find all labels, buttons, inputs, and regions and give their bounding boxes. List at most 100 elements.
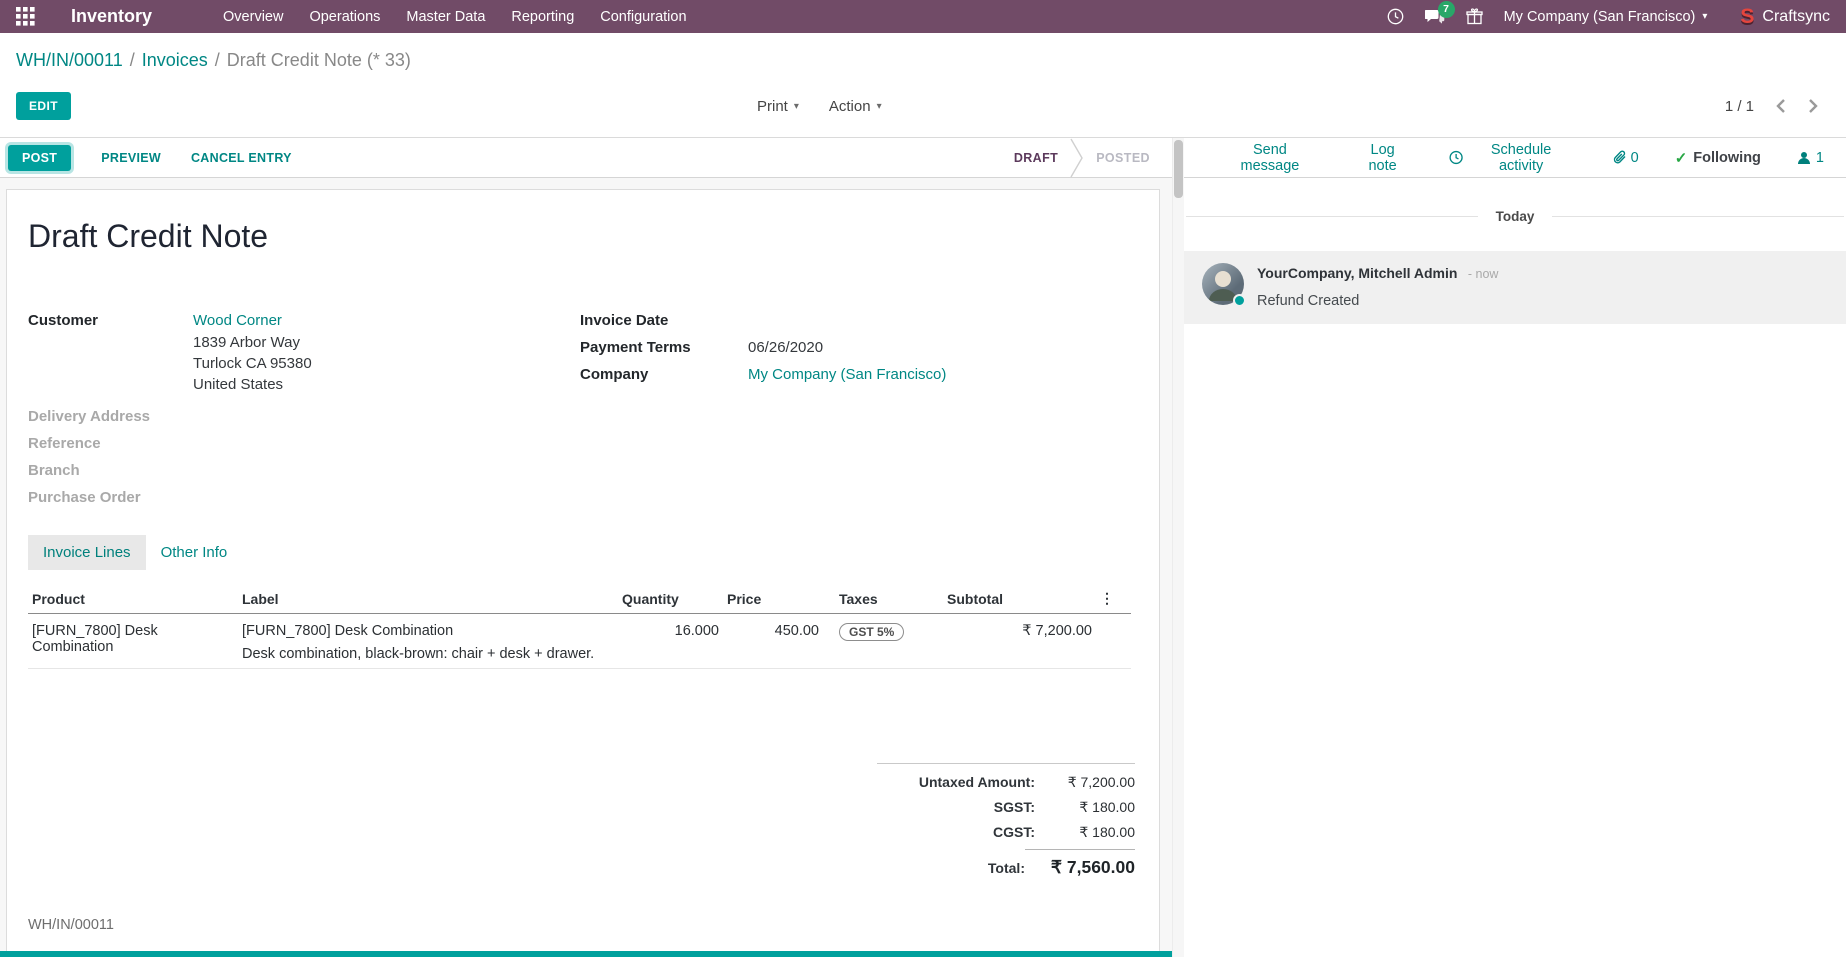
payment-terms-label: Payment Terms bbox=[580, 339, 691, 356]
app-name: Inventory bbox=[71, 6, 152, 27]
print-dropdown[interactable]: Print ▾ bbox=[757, 98, 799, 115]
customer-label: Customer bbox=[28, 312, 98, 329]
line-label: [FURN_7800] Desk Combination bbox=[242, 623, 453, 639]
stage-posted[interactable]: POSTED bbox=[1084, 138, 1172, 177]
source-document-reference: WH/IN/00011 bbox=[28, 917, 114, 933]
tab-other-info[interactable]: Other Info bbox=[146, 535, 243, 570]
cgst-value: ₹ 180.00 bbox=[1035, 824, 1135, 841]
company-name: My Company (San Francisco) bbox=[1504, 9, 1696, 25]
col-taxes[interactable]: Taxes bbox=[823, 584, 943, 614]
message-timestamp: - now bbox=[1468, 267, 1499, 281]
vertical-scrollbar[interactable] bbox=[1172, 138, 1184, 957]
divider-line bbox=[1552, 216, 1844, 217]
schedule-activity-label: Schedule activity bbox=[1470, 142, 1573, 174]
menu-operations[interactable]: Operations bbox=[296, 1, 393, 33]
followers-button[interactable]: 1 bbox=[1797, 150, 1824, 166]
untaxed-row: Untaxed Amount: ₹ 7,200.00 bbox=[877, 774, 1135, 791]
cell-label: [FURN_7800] Desk Combination Desk combin… bbox=[238, 614, 618, 669]
person-icon bbox=[1797, 151, 1811, 165]
messages-icon[interactable]: 7 bbox=[1425, 9, 1445, 25]
app-window: Inventory Overview Operations Master Dat… bbox=[0, 0, 1846, 957]
cancel-entry-button[interactable]: CANCEL ENTRY bbox=[191, 151, 292, 165]
table-row[interactable]: [FURN_7800] Desk Combination [FURN_7800]… bbox=[28, 614, 1131, 669]
stage-arrow-icon bbox=[1070, 138, 1084, 178]
clock-icon bbox=[1449, 150, 1463, 165]
menu-overview[interactable]: Overview bbox=[210, 1, 296, 33]
cgst-row: CGST: ₹ 180.00 bbox=[877, 824, 1135, 841]
breadcrumb-current: Draft Credit Note (* 33) bbox=[227, 50, 411, 70]
sgst-row: SGST: ₹ 180.00 bbox=[877, 799, 1135, 816]
edit-button[interactable]: EDIT bbox=[16, 92, 71, 120]
form-and-chatter: POST PREVIEW CANCEL ENTRY DRAFT POSTED D… bbox=[0, 137, 1846, 957]
column-options-icon[interactable]: ⋮ bbox=[1096, 584, 1131, 614]
col-price[interactable]: Price bbox=[723, 584, 823, 614]
customer-address-line: 1839 Arbor Way bbox=[193, 334, 300, 351]
col-quantity[interactable]: Quantity bbox=[618, 584, 723, 614]
action-label: Action bbox=[829, 98, 871, 115]
company-link[interactable]: My Company (San Francisco) bbox=[748, 366, 946, 383]
document-sheet: Draft Credit Note Customer Wood Corner 1… bbox=[6, 189, 1160, 957]
post-button[interactable]: POST bbox=[8, 145, 71, 171]
total-value: ₹ 7,560.00 bbox=[1025, 849, 1135, 878]
menu-configuration[interactable]: Configuration bbox=[587, 1, 699, 33]
menu-reporting[interactable]: Reporting bbox=[498, 1, 587, 33]
col-product[interactable]: Product bbox=[28, 584, 238, 614]
invoice-lines-table: Product Label Quantity Price Taxes Subto… bbox=[28, 584, 1131, 669]
breadcrumb-link-invoices[interactable]: Invoices bbox=[142, 50, 208, 70]
send-message-button[interactable]: Send message bbox=[1224, 142, 1316, 174]
sgst-label: SGST: bbox=[994, 799, 1035, 815]
scrollbar-thumb[interactable] bbox=[1174, 140, 1183, 198]
pager-next-icon[interactable] bbox=[1808, 98, 1818, 114]
breadcrumb-separator: / bbox=[130, 50, 135, 70]
company-switcher[interactable]: My Company (San Francisco) ▾ bbox=[1504, 9, 1708, 25]
chevron-down-icon: ▾ bbox=[794, 101, 799, 112]
menu-master-data[interactable]: Master Data bbox=[393, 1, 498, 33]
message-body: Refund Created bbox=[1257, 293, 1498, 309]
preview-button[interactable]: PREVIEW bbox=[101, 151, 161, 165]
chevron-down-icon: ▾ bbox=[877, 101, 882, 112]
pager: 1 / 1 bbox=[1725, 98, 1830, 115]
customer-address-line: Turlock CA 95380 bbox=[193, 355, 312, 372]
chevron-down-icon: ▾ bbox=[1702, 11, 1707, 22]
log-note-button[interactable]: Log note bbox=[1356, 142, 1410, 174]
apps-grid-icon[interactable] bbox=[16, 7, 35, 26]
col-label[interactable]: Label bbox=[238, 584, 618, 614]
company-logo-icon: S bbox=[1740, 6, 1754, 27]
activities-clock-icon[interactable] bbox=[1387, 8, 1404, 25]
invoice-date-label: Invoice Date bbox=[580, 312, 668, 329]
cell-subtotal: ₹ 7,200.00 bbox=[943, 614, 1096, 669]
breadcrumb-link-record[interactable]: WH/IN/00011 bbox=[16, 50, 123, 70]
chatter-message: YourCompany, Mitchell Admin - now Refund… bbox=[1184, 251, 1846, 324]
chatter-tools: 0 ✓ Following 1 bbox=[1613, 149, 1824, 167]
tab-invoice-lines[interactable]: Invoice Lines bbox=[28, 535, 146, 570]
gift-icon[interactable] bbox=[1466, 8, 1483, 25]
total-label: Total: bbox=[988, 860, 1025, 876]
statusbar: POST PREVIEW CANCEL ENTRY DRAFT POSTED bbox=[0, 138, 1172, 178]
following-button[interactable]: ✓ Following bbox=[1675, 149, 1761, 167]
bottom-accent-bar bbox=[0, 951, 1172, 957]
user-name: Craftsync bbox=[1762, 8, 1830, 26]
payment-terms-value[interactable]: 06/26/2020 bbox=[748, 339, 823, 356]
user-menu[interactable]: S Craftsync bbox=[1740, 6, 1830, 27]
document-title: Draft Credit Note bbox=[28, 218, 268, 255]
reference-label: Reference bbox=[28, 435, 101, 452]
print-label: Print bbox=[757, 98, 788, 115]
table-header-row: Product Label Quantity Price Taxes Subto… bbox=[28, 584, 1131, 614]
total-row: Total: ₹ 7,560.00 bbox=[877, 849, 1135, 878]
sgst-value: ₹ 180.00 bbox=[1035, 799, 1135, 816]
schedule-activity-button[interactable]: Schedule activity bbox=[1449, 142, 1572, 174]
delivery-address-label: Delivery Address bbox=[28, 408, 150, 425]
customer-link[interactable]: Wood Corner bbox=[193, 312, 282, 329]
action-dropdown[interactable]: Action ▾ bbox=[829, 98, 882, 115]
chatter-panel: Send message Log note Schedule activity … bbox=[1184, 138, 1846, 957]
col-subtotal[interactable]: Subtotal bbox=[943, 584, 1096, 614]
attachments-button[interactable]: 0 bbox=[1613, 150, 1639, 166]
systray: 7 My Company (San Francisco) ▾ S Craftsy… bbox=[1387, 6, 1836, 27]
stage-draft[interactable]: DRAFT bbox=[1002, 138, 1070, 177]
breadcrumb: WH/IN/00011/Invoices/Draft Credit Note (… bbox=[0, 33, 1846, 75]
message-content: YourCompany, Mitchell Admin - now Refund… bbox=[1257, 263, 1498, 309]
pager-previous-icon[interactable] bbox=[1776, 98, 1786, 114]
sheet-background: Draft Credit Note Customer Wood Corner 1… bbox=[0, 178, 1172, 957]
message-count-badge: 7 bbox=[1438, 1, 1455, 18]
stage-widget: DRAFT POSTED bbox=[1002, 138, 1172, 177]
